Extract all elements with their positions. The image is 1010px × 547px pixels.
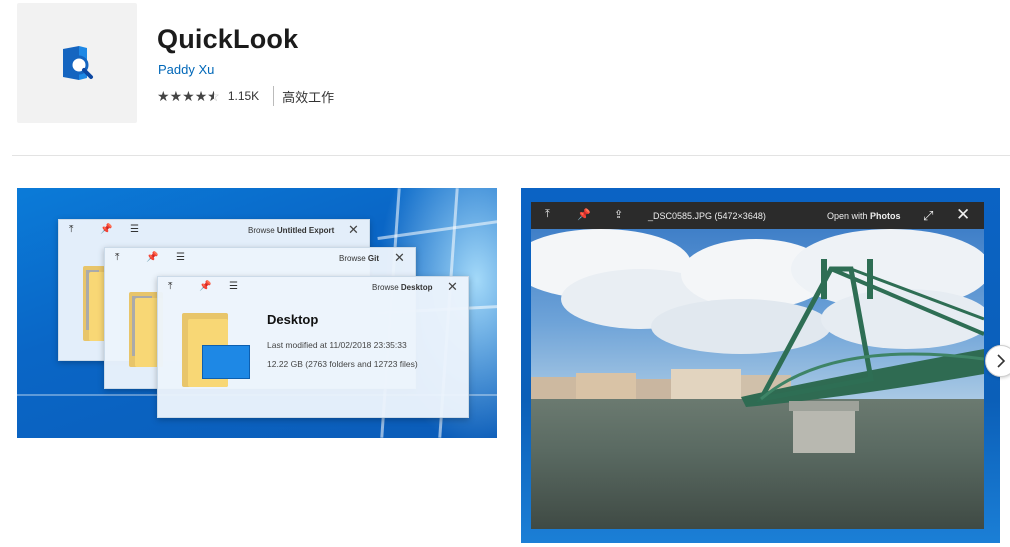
quicklook-image-viewer[interactable]: ⤒ 📌 ⇪ _DSC0585.JPG (5472×3648) Open with… — [531, 202, 984, 529]
rating-count: 1.15K — [227, 89, 260, 103]
screenshot-1[interactable]: ⤒ 📌 ☰ Browse Untitled Export ✕ ⤒ 📌 ☰ Bro… — [17, 188, 497, 438]
pushpin-icon[interactable]: 📌 — [146, 252, 158, 263]
photo-preview — [531, 229, 984, 529]
open-with-button[interactable]: Open with Photos — [827, 211, 901, 221]
pushpin-icon[interactable]: 📌 — [199, 281, 211, 292]
divider — [12, 155, 1010, 156]
window-toolbar: ⤒ 📌 ☰ Browse Desktop ✕ — [158, 277, 468, 299]
folder-last-modified: Last modified at 11/02/2018 23:35:33 — [267, 340, 407, 350]
fullscreen-icon[interactable]: ⤢ — [923, 208, 933, 224]
star-icon: ★ — [194, 88, 208, 104]
folder-name: Desktop — [267, 312, 319, 327]
window-title: Browse Git — [339, 254, 380, 263]
list-menu-icon[interactable]: ☰ — [176, 252, 185, 263]
list-menu-icon[interactable]: ☰ — [229, 281, 238, 292]
close-icon[interactable]: ✕ — [447, 279, 458, 295]
next-screenshot-button[interactable] — [985, 345, 1010, 377]
half-star-icon: ☆ ★ — [207, 88, 220, 104]
pushpin-icon[interactable]: 📌 — [577, 208, 591, 221]
pin-top-icon[interactable]: ⤒ — [545, 208, 550, 221]
pushpin-icon[interactable]: 📌 — [100, 224, 112, 235]
app-title: QuickLook — [157, 24, 299, 54]
folder-icon — [83, 266, 105, 341]
window-toolbar: ⤒ 📌 ☰ Browse Untitled Export ✕ — [59, 220, 369, 242]
window-title: Browse Desktop — [372, 283, 433, 292]
star-icon: ★ — [169, 88, 183, 104]
app-icon-tile — [17, 3, 137, 123]
pin-top-icon[interactable]: ⤒ — [168, 281, 172, 292]
pin-top-icon[interactable]: ⤒ — [69, 224, 73, 235]
category-link[interactable]: 高效工作 — [282, 87, 334, 106]
share-icon[interactable]: ⇪ — [614, 208, 623, 221]
photo-bridge — [741, 259, 984, 453]
star-icon: ★ — [182, 88, 195, 104]
star-icon: ★ — [157, 88, 170, 104]
window-title: Browse Untitled Export — [248, 226, 335, 235]
close-icon[interactable]: ✕ — [394, 250, 405, 266]
quicklook-window-desktop[interactable]: ⤒ 📌 ☰ Browse Desktop ✕ Desktop Last modi… — [157, 276, 469, 418]
viewer-toolbar: ⤒ 📌 ⇪ _DSC0585.JPG (5472×3648) Open with… — [531, 202, 984, 229]
folder-size-info: 12.22 GB (2763 folders and 12723 files) — [267, 359, 418, 369]
screenshot-2[interactable]: ⤒ 📌 ⇪ _DSC0585.JPG (5472×3648) Open with… — [521, 188, 1000, 543]
chevron-right-icon — [997, 354, 1006, 368]
star-rating: ★ ★ ★ ★ ☆ ★ — [157, 89, 220, 103]
close-icon[interactable]: ✕ — [956, 205, 970, 225]
divider — [273, 86, 275, 106]
close-icon[interactable]: ✕ — [348, 222, 359, 238]
rating-row: ★ ★ ★ ★ ☆ ★ 1.15K 高效工作 — [157, 86, 334, 106]
list-menu-icon[interactable]: ☰ — [130, 224, 139, 235]
pin-top-icon[interactable]: ⤒ — [115, 252, 119, 263]
window-toolbar: ⤒ 📌 ☰ Browse Git ✕ — [105, 248, 415, 270]
desktop-folder-icon — [182, 313, 250, 387]
file-name: _DSC0585.JPG (5472×3648) — [648, 211, 766, 221]
publisher-link[interactable]: Paddy Xu — [158, 62, 214, 77]
quicklook-app-icon — [63, 46, 93, 80]
